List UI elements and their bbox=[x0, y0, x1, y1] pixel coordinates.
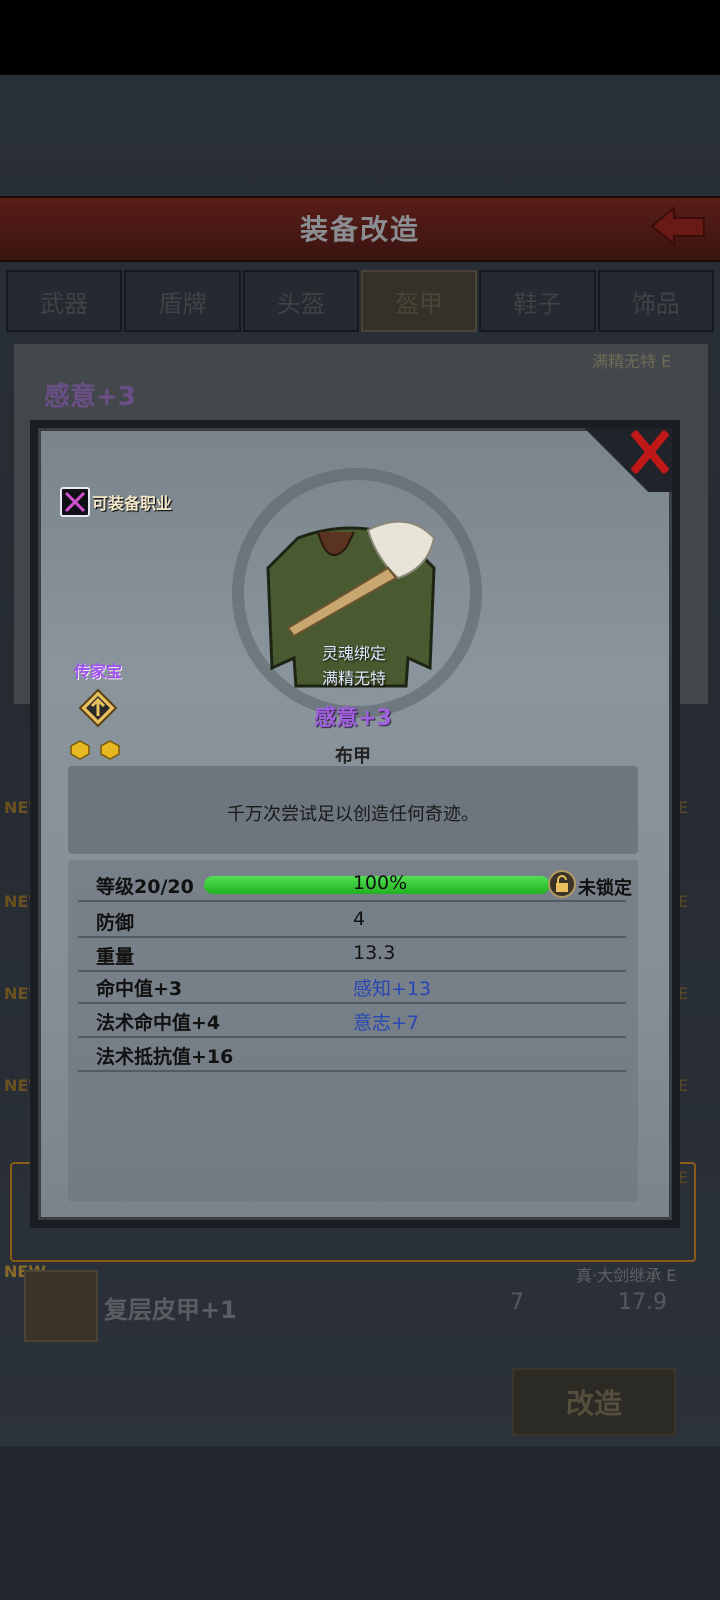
stat-value: 4 bbox=[353, 908, 366, 930]
quality-label: 满精无特 bbox=[321, 669, 386, 688]
lock-icon[interactable] bbox=[548, 870, 576, 898]
modify-button[interactable]: 改造 bbox=[512, 1368, 676, 1436]
bottom-panel bbox=[0, 1446, 720, 1600]
back-arrow-icon[interactable] bbox=[648, 204, 708, 248]
level-label: 等级20/20 bbox=[96, 876, 194, 898]
list-item-name[interactable]: 复层皮甲+1 bbox=[104, 1290, 237, 1325]
stat-label: 法术命中值+4 bbox=[96, 1012, 221, 1034]
stat-row: 重量 13.3 bbox=[78, 938, 626, 972]
list-item-defense: 7 bbox=[510, 1290, 524, 1315]
status-bar bbox=[0, 0, 720, 75]
stat-row: 法术命中值+4 意志+7 bbox=[78, 1004, 626, 1038]
tab-armor[interactable]: 盔甲 bbox=[360, 270, 478, 332]
tab-accessory[interactable]: 饰品 bbox=[597, 270, 714, 332]
leather-armor-icon[interactable] bbox=[24, 1270, 98, 1342]
stat-label: 命中值+3 bbox=[96, 978, 183, 1000]
tab-boots[interactable]: 鞋子 bbox=[479, 270, 596, 332]
stat-row: 法术抵抗值+16 bbox=[78, 1038, 626, 1072]
crossed-swords-icon[interactable] bbox=[60, 487, 90, 517]
item-name: 感意+3 bbox=[314, 706, 392, 731]
tab-helmet[interactable]: 头盔 bbox=[242, 270, 359, 332]
item-description: 千万次尝试足以创造任何奇迹。 bbox=[227, 804, 479, 825]
lock-status-label[interactable]: 未锁定 bbox=[578, 874, 632, 900]
tab-shield[interactable]: 盾牌 bbox=[124, 270, 241, 332]
stat-row: 防御 4 bbox=[78, 904, 626, 938]
selected-item-tag: 满精无特 E bbox=[592, 352, 672, 371]
heirloom-label: 传家宝 bbox=[74, 662, 123, 681]
stat-value: 13.3 bbox=[353, 942, 396, 964]
stat-label: 防御 bbox=[96, 912, 135, 934]
stat-row: 命中值+3 感知+13 bbox=[78, 970, 626, 1004]
soul-bound-label: 灵魂绑定 bbox=[321, 644, 386, 663]
list-item-weight: 17.9 bbox=[618, 1290, 667, 1315]
selected-item-name: 感意+3 bbox=[44, 382, 136, 412]
stat-value: 意志+7 bbox=[353, 1012, 420, 1034]
stat-value: 感知+13 bbox=[353, 978, 432, 1000]
stat-label: 重量 bbox=[96, 946, 135, 968]
tab-weapon[interactable]: 武器 bbox=[6, 270, 123, 332]
category-tabs: 武器 盾牌 头盔 盔甲 鞋子 饰品 bbox=[6, 270, 714, 332]
level-percent: 100% bbox=[352, 872, 408, 894]
stat-label: 法术抵抗值+16 bbox=[96, 1046, 234, 1068]
close-icon[interactable] bbox=[628, 429, 672, 475]
equippable-class-label[interactable]: 可装备职业 bbox=[92, 490, 172, 514]
page-title: 装备改造 bbox=[299, 213, 420, 246]
item-type: 布甲 bbox=[335, 746, 371, 767]
item-tag: 真·大剑继承 E bbox=[576, 1266, 677, 1285]
